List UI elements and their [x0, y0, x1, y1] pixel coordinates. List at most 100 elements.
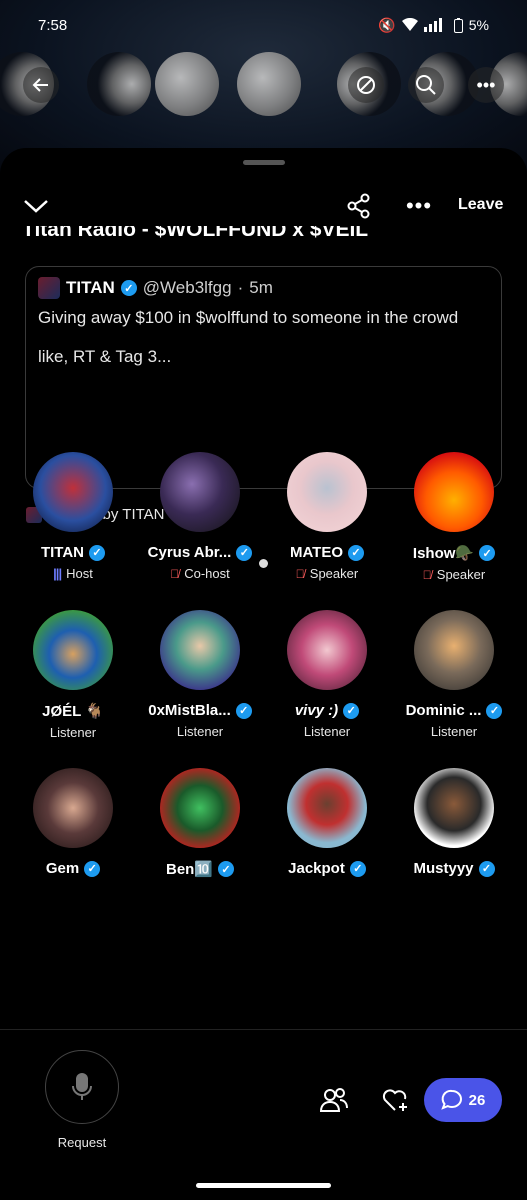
signal-icon	[423, 18, 442, 32]
participant-role: Co-host	[184, 566, 230, 581]
participant[interactable]: Jackpot ✓	[264, 768, 390, 877]
hide-button[interactable]	[348, 67, 384, 103]
verified-badge-icon: ✓	[89, 544, 106, 561]
request-button[interactable]	[45, 1050, 119, 1124]
participant-role: Listener	[303, 724, 351, 739]
verified-badge-icon: ✓	[235, 702, 252, 719]
participant[interactable]: 0xMistBla... ✓ Listener	[137, 610, 263, 739]
avatar	[287, 452, 367, 532]
react-button[interactable]	[380, 1084, 412, 1116]
participant-name: MATEO	[289, 544, 344, 561]
divider	[0, 1029, 527, 1030]
participant-role: Speaker	[309, 566, 359, 581]
verified-badge-icon: ✓	[236, 544, 253, 561]
participant-name: Dominic ...	[405, 702, 482, 719]
heart-plus-icon	[382, 1089, 407, 1111]
participant-role: Listener	[430, 724, 478, 739]
avatar	[414, 452, 494, 532]
tweet-author-name: TITAN	[66, 278, 115, 297]
avatar	[287, 610, 367, 690]
ellipsis-icon: •••	[476, 74, 496, 95]
participant-name: Mustyyy	[413, 860, 474, 877]
no-icon	[357, 76, 375, 94]
verified-badge-icon: ✓	[343, 702, 360, 719]
more-button[interactable]: •••	[403, 190, 435, 222]
collapse-button[interactable]	[20, 190, 52, 222]
participant-name: vivy :)	[294, 702, 339, 719]
participant-name: Jackpot	[288, 860, 345, 877]
avatar	[160, 768, 240, 848]
participant-role: Listener	[176, 724, 224, 739]
verified-badge-icon: ✓	[218, 861, 234, 877]
search-button[interactable]	[408, 67, 444, 103]
tweet-text: Giving away $100 in $wolffund to someone…	[38, 308, 459, 327]
verified-badge-icon: ✓	[84, 860, 101, 877]
leave-button[interactable]: Leave	[458, 196, 503, 214]
more-options-button[interactable]: •••	[468, 67, 504, 103]
participant-name: Ishow🪖	[412, 545, 475, 562]
participant[interactable]: Ishow🪖 ✓ 🎙̸ Speaker	[391, 452, 517, 582]
participant[interactable]: vivy :) ✓ Listener	[264, 610, 390, 739]
people-icon	[319, 1088, 348, 1112]
home-indicator[interactable]	[196, 1183, 331, 1188]
avatar	[287, 768, 367, 848]
avatar	[33, 610, 113, 690]
participant[interactable]: Ben🔟 ✓	[137, 768, 263, 878]
mute-icon: 🔇	[378, 16, 396, 33]
avatar	[414, 768, 494, 848]
tweet-text-continued: like, RT & Tag 3...	[38, 347, 172, 366]
mic-off-icon: 🎙̸	[170, 566, 180, 581]
participant[interactable]: MATEO ✓ 🎙̸ Speaker	[264, 452, 390, 581]
participant-name: TITAN	[40, 544, 85, 561]
sheet-grabber[interactable]	[243, 160, 285, 165]
moon-phase-image	[87, 52, 151, 116]
share-button[interactable]	[343, 190, 375, 222]
participant-name: Ben🔟	[165, 861, 213, 878]
participant[interactable]: TITAN ✓ ||| Host	[10, 452, 136, 581]
participant-name: Cyrus Abr...	[147, 544, 232, 561]
request-label: Request	[57, 1135, 107, 1150]
avatar	[160, 452, 240, 532]
verified-badge-icon: ✓	[120, 280, 137, 296]
verified-badge-icon: ✓	[349, 860, 366, 877]
tweet-handle: @Web3lfgg	[142, 278, 232, 297]
status-time: 7:58	[38, 16, 68, 34]
wifi-icon	[401, 18, 418, 31]
chat-bubble-icon	[440, 1089, 462, 1110]
chat-button[interactable]: 26	[424, 1078, 502, 1122]
verified-badge-icon: ✓	[479, 545, 496, 561]
verified-badge-icon: ✓	[478, 860, 495, 877]
participant-name: Gem	[45, 860, 80, 877]
back-button[interactable]	[23, 67, 59, 103]
status-bar: 7:58 🔇 5%	[0, 0, 527, 50]
microphone-icon	[72, 1073, 92, 1100]
space-title: Titan Radio - $WOLFFUND x $VEIL	[22, 226, 369, 241]
search-icon	[416, 75, 436, 95]
participant[interactable]: Cyrus Abr... ✓ 🎙̸ Co-host	[137, 452, 263, 581]
sheet-header: ••• Leave	[0, 186, 527, 226]
share-icon	[347, 193, 370, 219]
chevron-down-icon	[24, 200, 48, 213]
verified-badge-icon: ✓	[486, 702, 503, 719]
participant[interactable]: Mustyyy ✓	[391, 768, 517, 877]
participant-role: Speaker	[436, 567, 486, 582]
moon-phase-image	[237, 52, 301, 116]
ellipsis-icon: •••	[405, 193, 433, 218]
participant-role: Host	[66, 566, 93, 581]
people-button[interactable]	[318, 1084, 350, 1116]
verified-badge-icon: ✓	[348, 544, 365, 561]
moon-phase-image	[155, 52, 219, 116]
battery-percent: 5%	[468, 17, 489, 33]
avatar	[33, 452, 113, 532]
chat-count: 26	[468, 1091, 486, 1109]
participant-name: 0xMistBla...	[148, 702, 231, 719]
battery-icon	[453, 17, 463, 33]
mic-off-icon: 🎙̸	[295, 566, 305, 581]
participant[interactable]: JØÉL 🐐 Listener	[10, 610, 136, 740]
avatar	[414, 610, 494, 690]
participant[interactable]: Gem ✓	[10, 768, 136, 877]
participant[interactable]: Dominic ... ✓ Listener	[391, 610, 517, 739]
participant-name: JØÉL 🐐	[42, 703, 104, 720]
avatar	[38, 277, 60, 299]
avatar	[33, 768, 113, 848]
